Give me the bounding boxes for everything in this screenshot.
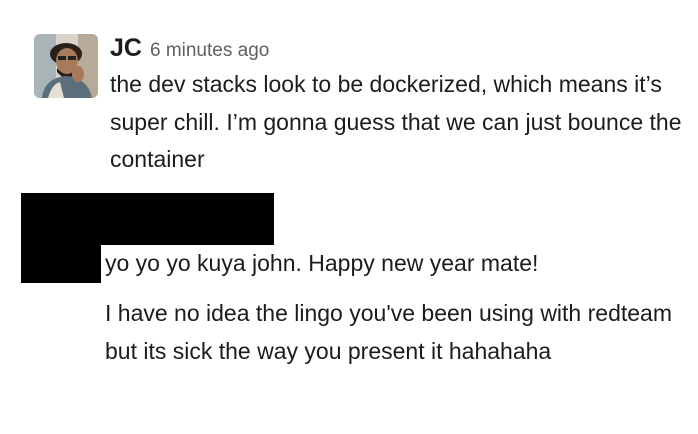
message-text: I have no idea the lingo you've been usi… [105, 300, 672, 364]
redacted-avatar [21, 240, 101, 283]
message-text: yo yo yo kuya john. Happy new year mate! [105, 250, 539, 276]
message-text: the dev stacks look to be dockerized, wh… [110, 71, 682, 172]
message-header: JC 6 minutes ago [110, 30, 269, 66]
avatar[interactable] [34, 34, 98, 98]
message-timestamp[interactable]: 6 minutes ago [150, 40, 269, 61]
redacted-author-name [21, 193, 274, 245]
author-name[interactable]: JC [110, 34, 142, 62]
avatar-photo-icon [34, 34, 98, 98]
